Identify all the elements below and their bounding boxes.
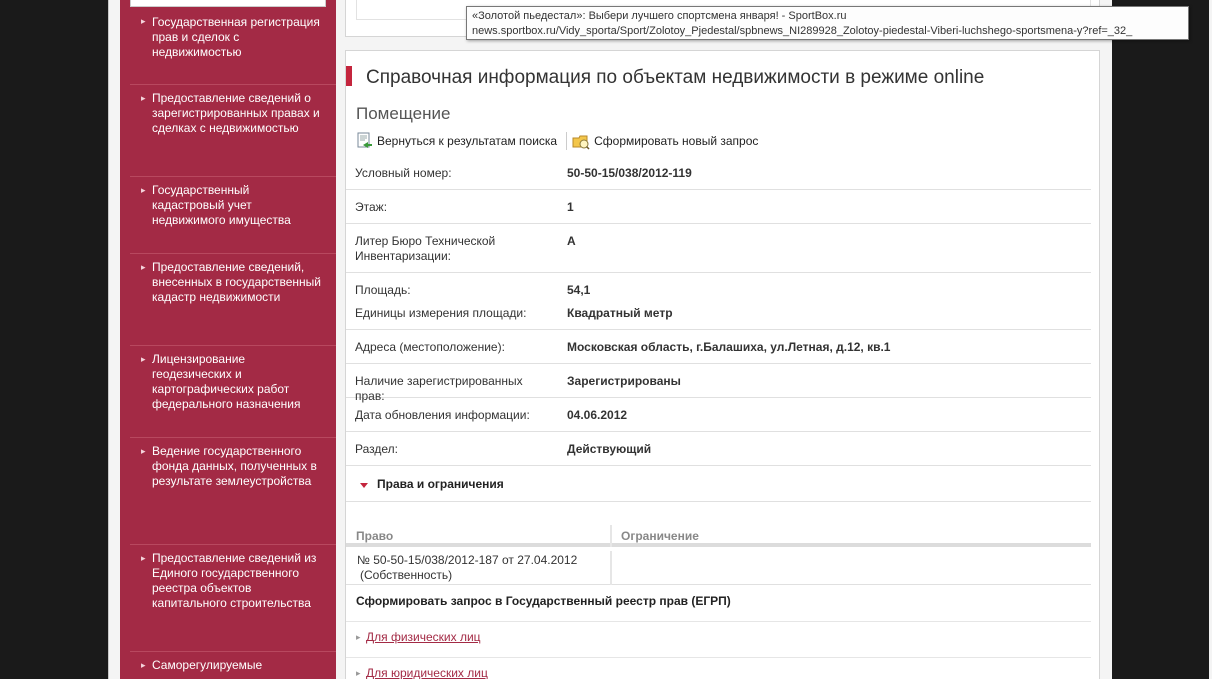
chevron-right-icon: ▸ [356,668,361,678]
toolbar-separator [566,132,568,150]
field-label: Дата обновления информации: [355,408,530,422]
column-gap [336,0,344,679]
tooltip-title: «Золотой пьедестал»: Выбери лучшего спор… [472,10,847,22]
field-label: Этаж: [355,200,388,214]
main-content: Справочная информация по объектам недвиж… [345,50,1100,679]
field-row-bti-liter: Литер Бюро Технической Инвентаризации: А [346,224,1091,273]
page: ▸ Государственная регистрация прав и сде… [108,0,1212,679]
field-value: 04.06.2012 [567,408,628,422]
individuals-link[interactable]: Для физических лиц [366,630,481,644]
sidebar-item-licensing[interactable]: ▸ Лицензирование геодезических и картогр… [130,352,336,438]
sidebar-item-label: Ведение государственного фонда данных, п… [152,444,317,488]
sidebar-item-label: Государственный кадастровый учет недвижи… [152,183,291,227]
legal-entities-link[interactable]: Для юридических лиц [366,666,488,679]
field-label: Литер Бюро Технической Инвентаризации: [355,234,496,263]
field-value: 54,1 [567,283,591,297]
field-row-area: Площадь: 54,1 Единицы измерения площади:… [346,273,1091,330]
field-value: Действующий [567,442,652,456]
field-row-cadastral-number: Условный номер: 50-50-15/038/2012-119 [346,156,1091,190]
column-header-restriction: Ограничение [621,529,699,543]
egrp-request-title: Сформировать запрос в Государственный ре… [356,594,731,608]
sidebar-item-label: Предоставление сведений о зарегистрирова… [152,91,320,135]
right-number: № 50-50-15/038/2012-187 от 27.04.2012 [357,553,578,567]
right-type: (Собственность) [360,568,453,582]
field-value: Квадратный метр [567,306,673,320]
chevron-right-icon: ▸ [356,632,361,642]
field-label: Раздел: [355,442,398,456]
title-accent-bar [346,66,352,86]
table-row: № 50-50-15/038/2012-187 от 27.04.2012 (С… [346,551,1091,585]
sidebar-item-capital-construction[interactable]: ▸ Предоставление сведений из Единого гос… [130,551,336,652]
back-to-results-label: Вернуться к результатам поиска [377,134,558,148]
column-divider [610,551,612,585]
sidebar-item-label: Предоставление сведений, внесенных в гос… [152,260,322,304]
page-title: Справочная информация по объектам недвиж… [366,67,985,88]
tooltip-url: news.sportbox.ru/Vidy_sporta/Sport/Zolot… [472,25,1133,37]
field-value: А [567,234,576,248]
new-request-label: Сформировать новый запрос [594,134,759,148]
document-back-icon [355,132,373,150]
field-row-registered-rights: Наличие зарегистрированных прав: Зарегис… [346,364,1091,403]
sidebar-item-label: Государственная регистрация прав и сдело… [152,15,320,59]
sidebar: ▸ Государственная регистрация прав и сде… [120,0,336,679]
back-to-results-button[interactable]: Вернуться к результатам поиска [353,130,563,152]
sidebar-item-label: Лицензирование геодезических и картограф… [152,352,301,411]
rights-section-title: Права и ограничения [377,477,504,491]
chevron-right-icon: ▸ [141,16,146,26]
column-header-right: Право [356,529,394,543]
chevron-right-icon: ▸ [141,185,146,195]
field-value: Московская область, г.Балашиха, ул.Летна… [567,340,891,354]
chevron-right-icon: ▸ [141,262,146,272]
sidebar-item-self-regulated[interactable]: ▸ Саморегулируемые [130,658,336,679]
link-tooltip: «Золотой пьедестал»: Выбери лучшего спор… [466,6,1189,40]
field-value: 1 [567,200,574,214]
triangle-down-icon [360,483,368,488]
toolbar: Вернуться к результатам поиска Сформиров… [353,129,764,153]
new-request-icon [572,132,590,150]
new-request-button[interactable]: Сформировать новый запрос [570,130,764,152]
sidebar-item-label: Саморегулируемые [152,658,263,672]
sidebar-item-cadastral[interactable]: ▸ Государственный кадастровый учет недви… [130,183,336,254]
field-row-section: Раздел: Действующий [346,432,1091,466]
field-value: Зарегистрированы [567,374,681,388]
field-label: Условный номер: [355,166,452,180]
sidebar-item-label: Предоставление сведений из Единого госуд… [152,551,317,610]
right-cell: № 50-50-15/038/2012-187 от 27.04.2012 (С… [357,553,607,583]
column-divider [610,525,612,547]
sidebar-top-box [130,0,326,7]
rights-section-toggle[interactable]: Права и ограничения [346,472,1091,502]
sidebar-item-rights-info[interactable]: ▸ Предоставление сведений о зарегистриро… [130,91,336,177]
chevron-right-icon: ▸ [141,553,146,563]
field-row-floor: Этаж: 1 [346,190,1091,224]
chevron-right-icon: ▸ [141,354,146,364]
list-item: ▸ Для физических лиц [346,621,1091,655]
chevron-right-icon: ▸ [141,446,146,456]
field-label: Единицы измерения площади: [355,306,527,320]
object-type-heading: Помещение [356,104,451,123]
sidebar-item-cadastre-info[interactable]: ▸ Предоставление сведений, внесенных в г… [130,260,336,346]
field-label: Площадь: [355,283,411,297]
field-value: 50-50-15/038/2012-119 [567,166,692,180]
field-label: Адреса (местоположение): [355,340,505,354]
field-row-address: Адреса (местоположение): Московская обла… [346,330,1091,364]
chevron-right-icon: ▸ [141,660,146,670]
list-item: ▸ Для юридических лиц [346,657,1091,679]
sidebar-item-registration[interactable]: ▸ Государственная регистрация прав и сде… [130,14,336,85]
rights-table-header: Право Ограничение [346,525,1091,547]
chevron-right-icon: ▸ [141,93,146,103]
sidebar-item-land-fund[interactable]: ▸ Ведение государственного фонда данных,… [130,444,336,545]
field-row-update-date: Дата обновления информации: 04.06.2012 [346,398,1091,432]
